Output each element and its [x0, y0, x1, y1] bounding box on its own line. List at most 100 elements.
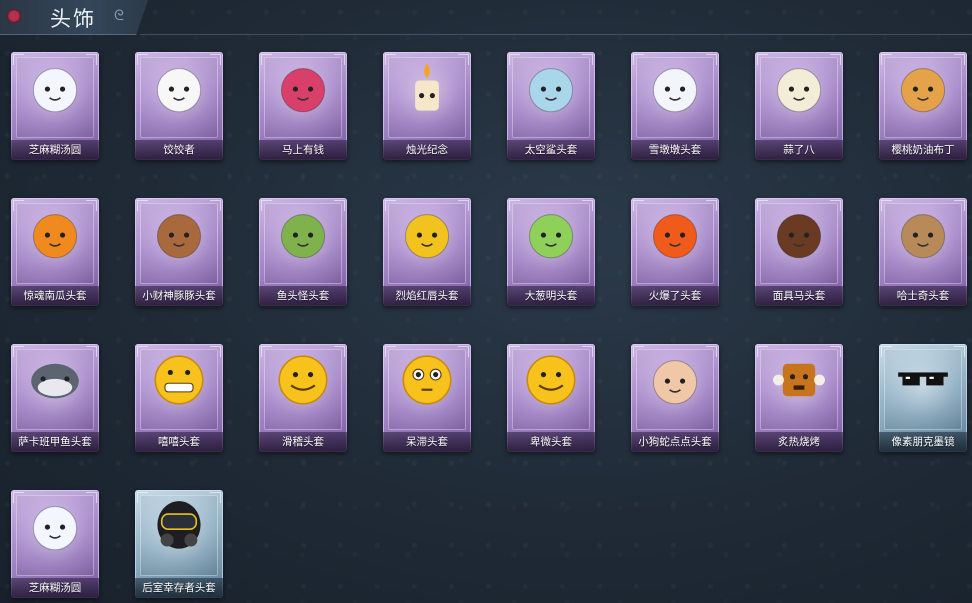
husky-head-icon [896, 207, 950, 265]
item-label: 大葱明头套 [507, 286, 595, 306]
item-label: 火爆了头套 [631, 286, 719, 306]
pink-horse-icon [276, 61, 330, 119]
corner-decor [706, 54, 717, 65]
item-card[interactable]: 芝麻糊汤圆 [11, 490, 99, 598]
item-label: 面具马头套 [755, 286, 843, 306]
corner-decor [706, 346, 717, 357]
item-card[interactable]: 惊魂南瓜头套 [11, 198, 99, 306]
item-card[interactable]: 卑微头套 [507, 344, 595, 452]
item-card[interactable]: 蒜了八 [755, 52, 843, 160]
corner-decor [706, 200, 717, 211]
corner-decor [385, 200, 396, 211]
item-card[interactable]: 樱桃奶油布丁 [879, 52, 967, 160]
item-card[interactable]: 呆滞头套 [383, 344, 471, 452]
pikachu-head-icon [400, 207, 454, 265]
corner-decor [881, 346, 892, 357]
item-card[interactable]: 烈焰红唇头套 [383, 198, 471, 306]
item-card[interactable]: 萨卡班甲鱼头套 [11, 344, 99, 452]
item-label: 芝麻糊汤圆 [11, 140, 99, 160]
item-card[interactable]: 面具马头套 [755, 198, 843, 306]
corner-decor [210, 200, 221, 211]
corner-decor [458, 54, 469, 65]
item-card[interactable]: 雪墩墩头套 [631, 52, 719, 160]
item-label: 饺饺者 [135, 140, 223, 160]
item-card[interactable]: 烛光纪念 [383, 52, 471, 160]
item-label: 惊魂南瓜头套 [11, 286, 99, 306]
item-label: 滑稽头套 [259, 432, 347, 452]
fish-head-icon [276, 207, 330, 265]
item-card[interactable]: 大葱明头套 [507, 198, 595, 306]
corner-decor [210, 54, 221, 65]
corner-decor [633, 346, 644, 357]
pixel-sunglasses-icon [896, 353, 950, 411]
corner-decor [881, 200, 892, 211]
corner-decor [334, 54, 345, 65]
corner-decor [830, 346, 841, 357]
bbq-meat-icon [772, 353, 826, 411]
corner-decor [13, 346, 24, 357]
corner-decor [261, 200, 272, 211]
item-label: 烈焰红唇头套 [383, 286, 471, 306]
corner-decor [881, 54, 892, 65]
corner-decor [509, 200, 520, 211]
item-label: 后室幸存者头套 [135, 578, 223, 598]
corner-decor [582, 200, 593, 211]
item-card[interactable]: 马上有钱 [259, 52, 347, 160]
corner-decor [86, 200, 97, 211]
item-label: 烛光纪念 [383, 140, 471, 160]
corner-decor [385, 346, 396, 357]
item-card[interactable]: 鱼头怪头套 [259, 198, 347, 306]
candle-icon [400, 61, 454, 119]
corner-decor [261, 54, 272, 65]
corner-decor [13, 54, 24, 65]
item-card[interactable]: 炙热烧烤 [755, 344, 843, 452]
item-card[interactable]: 小狗蛇点点头套 [631, 344, 719, 452]
item-card[interactable]: 后室幸存者头套 [135, 490, 223, 598]
dumpling-cloud-icon [152, 61, 206, 119]
corner-decor [830, 200, 841, 211]
item-card[interactable]: 芝麻糊汤圆 [11, 52, 99, 160]
corner-decor [458, 346, 469, 357]
snowman-head-icon [648, 61, 702, 119]
corner-decor [13, 492, 24, 503]
item-card[interactable]: 滑稽头套 [259, 344, 347, 452]
corner-decor [954, 200, 965, 211]
item-label: 马上有钱 [259, 140, 347, 160]
pumpkin-head-icon [28, 207, 82, 265]
item-card[interactable]: 火爆了头套 [631, 198, 719, 306]
item-card[interactable]: 小财神豚豚头套 [135, 198, 223, 306]
funny-emoji-icon [276, 353, 330, 411]
corner-decor [633, 54, 644, 65]
corner-decor [385, 54, 396, 65]
garlic-head-icon [772, 61, 826, 119]
item-card[interactable]: 像素朋克墨镜 [879, 344, 967, 452]
tangyuan-flower-icon [28, 61, 82, 119]
item-grid: 芝麻糊汤圆 饺饺者 马上有钱 烛光纪念 太空鲨头套 雪墩墩头套 蒜了八 樱桃奶油布丁惊魂南瓜头… [0, 0, 972, 603]
item-label: 像素朋克墨镜 [879, 432, 967, 452]
corner-decor [757, 200, 768, 211]
corner-decor [334, 346, 345, 357]
corner-decor [261, 346, 272, 357]
item-label: 萨卡班甲鱼头套 [11, 432, 99, 452]
item-label: 芝麻糊汤圆 [11, 578, 99, 598]
corner-decor [509, 54, 520, 65]
humble-emoji-icon [524, 353, 578, 411]
dazed-emoji-icon [400, 353, 454, 411]
item-card[interactable]: 嘻嘻头套 [135, 344, 223, 452]
scallion-head-icon [524, 207, 578, 265]
corner-decor [13, 200, 24, 211]
corner-decor [86, 54, 97, 65]
item-card[interactable]: 哈士奇头套 [879, 198, 967, 306]
item-label: 呆滞头套 [383, 432, 471, 452]
item-card[interactable]: 太空鲨头套 [507, 52, 595, 160]
corner-decor [137, 346, 148, 357]
dog-snake-icon [648, 353, 702, 411]
item-label: 小财神豚豚头套 [135, 286, 223, 306]
pudding-head-icon [896, 61, 950, 119]
corner-decor [137, 200, 148, 211]
corner-decor [137, 492, 148, 503]
item-card[interactable]: 饺饺者 [135, 52, 223, 160]
corner-decor [210, 492, 221, 503]
item-label: 樱桃奶油布丁 [879, 140, 967, 160]
corner-decor [86, 346, 97, 357]
